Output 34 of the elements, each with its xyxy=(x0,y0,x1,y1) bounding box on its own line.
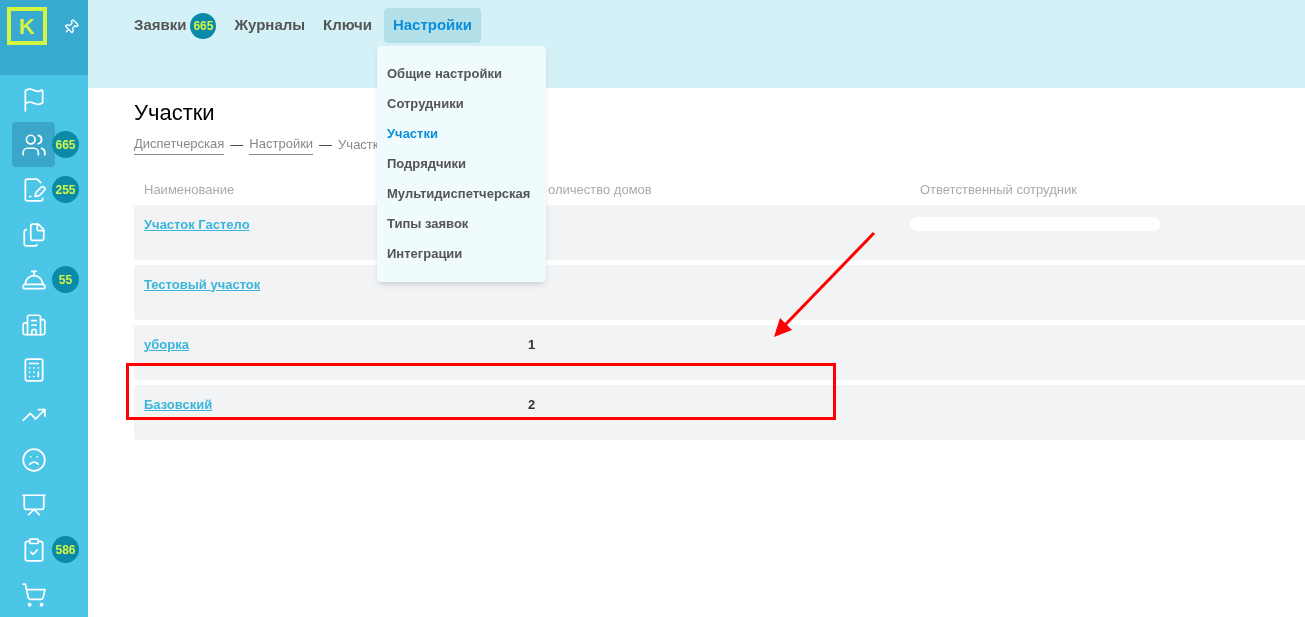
people-icon xyxy=(20,131,47,158)
breadcrumb-link[interactable]: Настройки xyxy=(249,134,314,155)
page-title: Участки xyxy=(134,99,215,127)
presentation-icon xyxy=(20,491,47,518)
table-cell: 2 xyxy=(528,396,536,412)
sidebar-item[interactable] xyxy=(12,122,55,167)
breadcrumb-current: Участк xyxy=(338,135,379,154)
menu-item[interactable]: Общие настройки xyxy=(377,59,546,89)
nav-tab[interactable]: Заявки 665 xyxy=(128,8,223,43)
count-badge: 55 xyxy=(52,266,79,293)
documents-icon xyxy=(20,221,47,248)
menu-item[interactable]: Типы заявок xyxy=(377,209,546,239)
count-badge: 665 xyxy=(52,131,79,158)
nav-tab[interactable]: Ключи xyxy=(317,8,378,43)
building-icon xyxy=(20,311,47,338)
menu-item[interactable]: Интеграции xyxy=(377,239,546,269)
sad-face-icon xyxy=(20,446,47,473)
cart-icon xyxy=(20,581,47,608)
breadcrumb-separator: — xyxy=(319,135,333,154)
column-header: Ответственный сотрудник xyxy=(920,180,1077,199)
nav-tab[interactable]: Журналы xyxy=(228,8,312,43)
logo: K xyxy=(7,7,47,45)
column-header: Наименование xyxy=(143,180,236,199)
breadcrumb-separator: — xyxy=(230,135,244,154)
menu-item[interactable]: Подрядчики xyxy=(377,149,546,179)
menu-item[interactable]: Сотрудники xyxy=(377,89,546,119)
count-badge: 255 xyxy=(52,176,79,203)
count-badge: 665 xyxy=(190,12,217,39)
table-cell: 1 xyxy=(528,336,536,352)
column-header: оличество домов xyxy=(548,180,653,199)
count-badge: 586 xyxy=(52,536,79,563)
menu-item[interactable]: Мультидиспетчерская xyxy=(377,179,546,209)
menu-item[interactable]: Участки xyxy=(377,119,546,149)
breadcrumb-link[interactable]: Диспетчерская xyxy=(134,134,225,155)
